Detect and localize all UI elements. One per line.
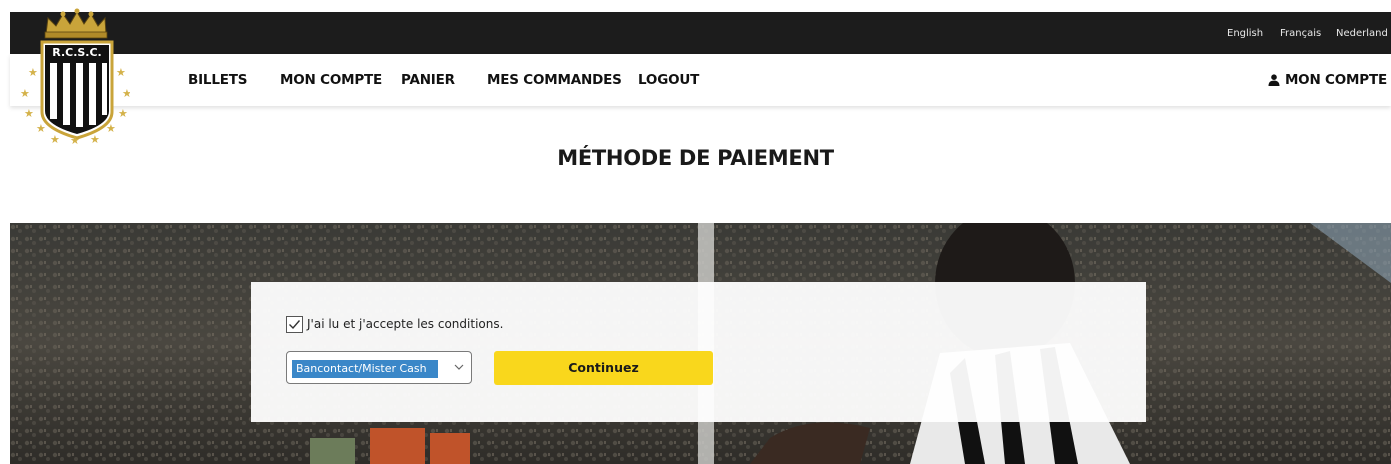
svg-text:★: ★ (90, 133, 100, 146)
svg-text:★: ★ (106, 122, 116, 135)
terms-checkbox[interactable] (286, 316, 303, 333)
account-label: MON COMPTE (1284, 72, 1387, 88)
account-link[interactable]: MON COMPTE (1268, 54, 1387, 106)
logo-text: R.C.S.C. (52, 46, 101, 59)
checkmark-icon (289, 320, 301, 330)
club-logo[interactable]: R.C.S.C. ★★★ ★★★ ★★ ★ ★★ (18, 6, 130, 146)
payment-method-select[interactable]: Bancontact/Mister Cash (286, 351, 472, 384)
payment-method-value: Bancontact/Mister Cash (292, 360, 438, 378)
nav-mon-compte[interactable]: MON COMPTE (280, 54, 382, 106)
language-francais[interactable]: Français (1280, 24, 1321, 44)
svg-text:★: ★ (118, 107, 128, 120)
crown-icon (44, 8, 108, 39)
language-nederlands[interactable]: Nederland (1336, 24, 1388, 44)
svg-text:★: ★ (50, 133, 60, 146)
nav-logout[interactable]: LOGOUT (638, 54, 699, 106)
svg-text:★: ★ (24, 107, 34, 120)
svg-text:★: ★ (36, 122, 46, 135)
language-english[interactable]: English (1227, 24, 1263, 44)
svg-text:★: ★ (28, 66, 38, 79)
nav-billets[interactable]: BILLETS (188, 54, 247, 106)
chevron-down-icon (454, 364, 464, 370)
user-icon (1268, 74, 1280, 86)
svg-text:★: ★ (116, 66, 126, 79)
top-bar: English Français Nederland (10, 12, 1391, 54)
terms-label: J'ai lu et j'accepte les conditions. (307, 317, 504, 331)
page-title: MÉTHODE DE PAIEMENT (557, 146, 834, 170)
main-nav: BILLETS MON COMPTE PANIER MES COMMANDES … (10, 54, 1391, 106)
nav-mes-commandes[interactable]: MES COMMANDES (487, 54, 622, 106)
continue-button[interactable]: Continuez (494, 351, 713, 385)
nav-panier[interactable]: PANIER (401, 54, 455, 106)
svg-text:★: ★ (70, 134, 80, 146)
svg-text:★: ★ (20, 87, 30, 100)
svg-text:★: ★ (122, 87, 130, 100)
